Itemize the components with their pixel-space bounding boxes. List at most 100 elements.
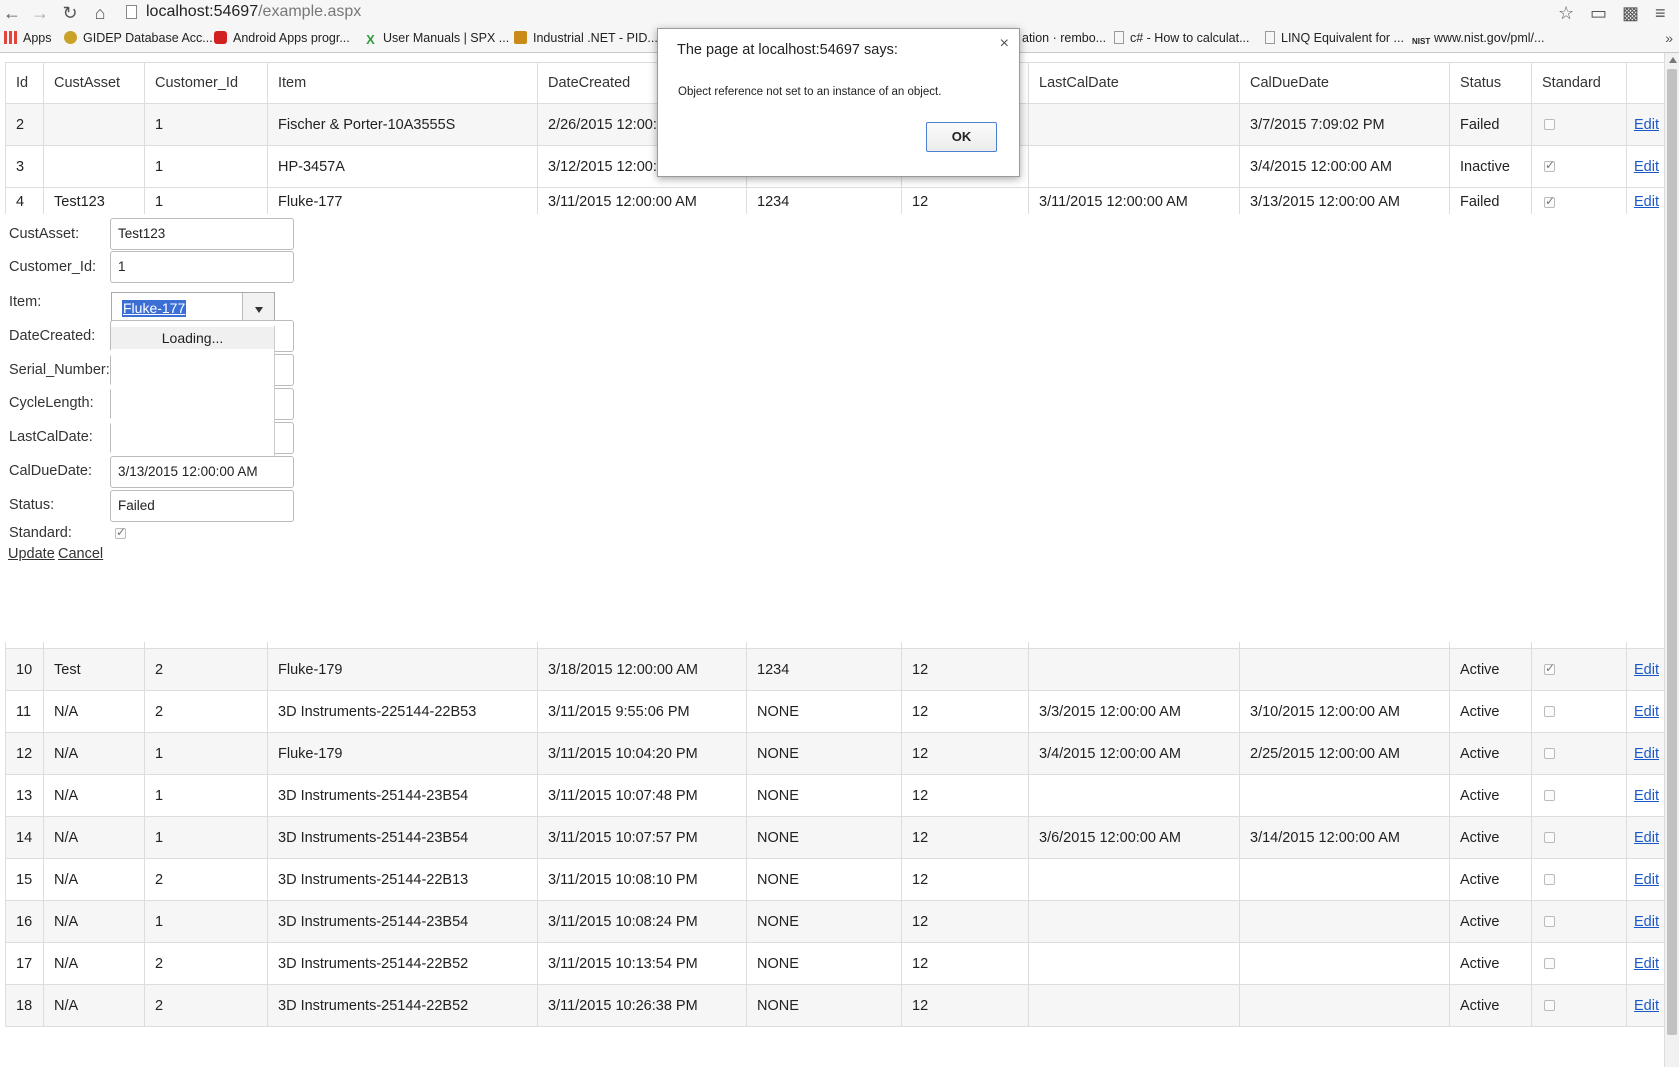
cell-status: Inactive <box>1449 145 1532 188</box>
item-combobox-value[interactable]: Fluke-177 <box>122 300 187 317</box>
standard-checkbox[interactable] <box>115 525 126 539</box>
edit-link[interactable]: Edit <box>1634 998 1659 1014</box>
bookmark-csharp[interactable]: c# - How to calculat... <box>1114 31 1250 45</box>
standard-checkbox <box>1544 706 1555 718</box>
edit-link[interactable]: Edit <box>1634 704 1659 720</box>
edit-link[interactable]: Edit <box>1634 194 1659 210</box>
edit-link[interactable]: Edit <box>1634 746 1659 762</box>
spx-icon: X <box>366 32 375 47</box>
status-field[interactable]: Failed <box>110 490 294 522</box>
cell-customer-id: 1 <box>144 816 268 859</box>
cell-lastcal <box>1028 900 1240 943</box>
ok-button[interactable]: OK <box>926 122 997 152</box>
standard-checkbox <box>1544 158 1555 173</box>
caldue-field[interactable]: 3/13/2015 12:00:00 AM <box>110 456 294 488</box>
standard-checkbox <box>1544 832 1555 844</box>
address-bar[interactable]: localhost:54697/example.aspx <box>122 2 1562 24</box>
bookmark-nist[interactable]: NIST www.nist.gov/pml/... <box>1412 31 1544 48</box>
close-icon[interactable]: × <box>1000 35 1009 53</box>
forward-icon[interactable]: → <box>30 3 50 23</box>
col-header-custasset[interactable]: CustAsset <box>43 62 145 104</box>
edit-link[interactable]: Edit <box>1634 788 1659 804</box>
bookmark-linq[interactable]: LINQ Equivalent for ... <box>1265 31 1404 45</box>
cell-id: 15 <box>5 858 44 901</box>
cell-id: 12 <box>5 732 44 775</box>
cell-id: 16 <box>5 900 44 943</box>
cell-serial: NONE <box>746 690 902 733</box>
col-header-lastcaldate[interactable]: LastCalDate <box>1028 62 1240 104</box>
bookmark-rembo[interactable]: ation · rembo... <box>1022 31 1106 45</box>
cell-item: 3D Instruments-25144-22B13 <box>267 858 538 901</box>
edit-link[interactable]: Edit <box>1634 662 1659 678</box>
page-content: Id CustAsset Customer_Id Item DateCreate… <box>0 53 1664 1067</box>
cell-status: Active <box>1449 774 1532 817</box>
cell-cycle: 12 <box>901 942 1029 985</box>
col-header-standard[interactable]: Standard <box>1531 62 1627 104</box>
edit-link[interactable]: Edit <box>1634 956 1659 972</box>
bookmarks-overflow-icon[interactable]: » <box>1665 30 1673 46</box>
col-header-item[interactable]: Item <box>267 62 538 104</box>
edit-link[interactable]: Edit <box>1634 159 1659 175</box>
table-row: 4 Test123 1 Fluke-177 3/11/2015 12:00:00 AM 1… <box>5 187 1664 217</box>
cell-datecreated: 3/11/2015 10:04:20 PM <box>537 732 747 775</box>
star-icon[interactable]: ☆ <box>1558 3 1574 23</box>
bookmark-android-apps[interactable]: Android Apps progr... <box>214 31 350 45</box>
bookmark-user-manuals[interactable]: X User Manuals | SPX ... <box>364 31 509 46</box>
menu-icon[interactable]: ≡ <box>1655 3 1666 23</box>
cell-datecreated: 3/11/2015 10:13:54 PM <box>537 942 747 985</box>
edit-link[interactable]: Edit <box>1634 872 1659 888</box>
scroll-up-arrow-icon[interactable] <box>1669 57 1677 63</box>
bookmark-gidep[interactable]: GIDEP Database Acc... <box>64 31 213 45</box>
cell-id: 3 <box>5 145 44 188</box>
edit-link[interactable]: Edit <box>1634 117 1659 133</box>
bookmark-industrial-net[interactable]: Industrial .NET - PID... <box>514 31 658 45</box>
cell-caldue <box>1239 900 1450 943</box>
cell-caldue: 3/10/2015 12:00:00 AM <box>1239 690 1450 733</box>
col-header-id[interactable]: Id <box>5 62 44 104</box>
cell-serial: NONE <box>746 984 902 1027</box>
back-icon[interactable]: ← <box>2 3 22 23</box>
page-scrollbar[interactable] <box>1664 53 1679 1067</box>
cell-serial: NONE <box>746 858 902 901</box>
cell-edit: Edit <box>1626 732 1664 775</box>
bookmark-label: Industrial .NET - PID... <box>533 31 658 45</box>
dialog-title: The page at localhost:54697 says: <box>677 42 898 58</box>
update-link[interactable]: Update <box>8 546 55 562</box>
cast-icon[interactable]: ▭ <box>1590 3 1607 23</box>
url-host: localhost:54697 <box>146 3 259 20</box>
cell-lastcal <box>1028 774 1240 817</box>
col-header-customer-id[interactable]: Customer_Id <box>144 62 268 104</box>
bookmark-label: LINQ Equivalent for ... <box>1281 31 1404 45</box>
cell-serial: 1234 <box>746 187 902 217</box>
col-header-calduedate[interactable]: CalDueDate <box>1239 62 1450 104</box>
cell-standard <box>1531 984 1627 1027</box>
customer-id-field[interactable]: 1 <box>110 251 294 283</box>
cell-caldue <box>1239 648 1450 691</box>
cancel-link[interactable]: Cancel <box>58 546 103 562</box>
cell-lastcal <box>1028 145 1240 188</box>
cell-id: 4 <box>5 187 44 217</box>
url-text[interactable]: localhost:54697/example.aspx <box>146 3 361 21</box>
edit-link[interactable]: Edit <box>1634 914 1659 930</box>
cell-customer-id: 1 <box>144 900 268 943</box>
scroll-thumb[interactable] <box>1667 69 1677 1035</box>
youtube-icon <box>214 31 227 44</box>
bookmark-apps[interactable]: Apps <box>4 31 52 45</box>
cell-standard <box>1531 774 1627 817</box>
standard-label: Standard: <box>9 525 72 541</box>
cell-cycle: 12 <box>901 816 1029 859</box>
edit-link[interactable]: Edit <box>1634 830 1659 846</box>
reload-icon[interactable]: ↻ <box>60 3 80 23</box>
cell-edit: Edit <box>1626 774 1664 817</box>
home-icon[interactable]: ⌂ <box>90 3 110 23</box>
item-dropdown-list[interactable]: Loading... <box>111 326 275 471</box>
cell-customer-id: 2 <box>144 942 268 985</box>
extension-icon[interactable]: ▩ <box>1622 3 1639 23</box>
browser-toolbar: ← → ↻ ⌂ localhost:54697/example.aspx ☆ ▭… <box>0 0 1679 27</box>
cell-edit: Edit <box>1626 858 1664 901</box>
status-label: Status: <box>9 497 55 513</box>
cell-customer-id: 1 <box>144 732 268 775</box>
custasset-field[interactable]: Test123 <box>110 218 294 250</box>
cell-custasset <box>43 145 145 188</box>
col-header-status[interactable]: Status <box>1449 62 1532 104</box>
